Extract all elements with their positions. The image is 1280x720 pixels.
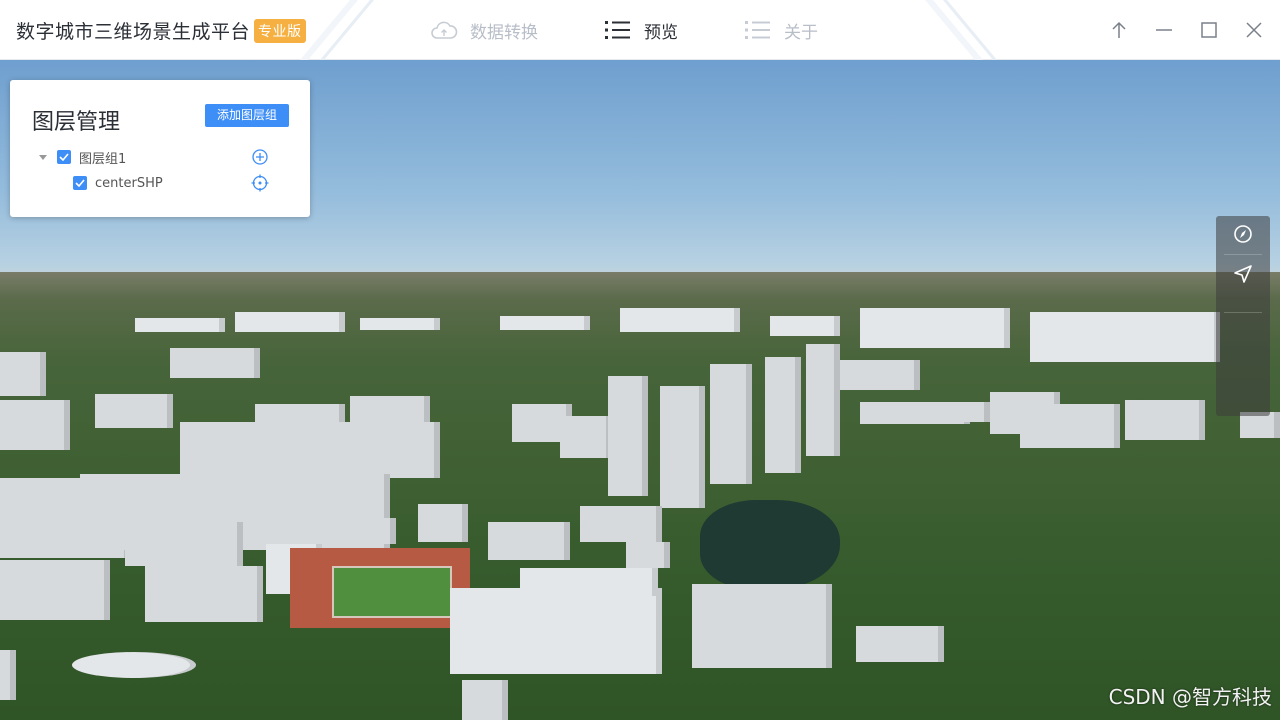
building bbox=[0, 352, 46, 396]
compass-button[interactable] bbox=[1216, 216, 1270, 252]
building bbox=[180, 422, 440, 478]
toolbar-divider bbox=[1224, 312, 1262, 313]
building bbox=[660, 386, 705, 508]
pin-top-button[interactable] bbox=[1096, 0, 1141, 60]
list-icon bbox=[605, 21, 630, 39]
football-pitch bbox=[332, 566, 452, 618]
layer-group-checkbox[interactable] bbox=[57, 150, 71, 164]
title-decoration-left bbox=[300, 0, 374, 60]
building bbox=[145, 566, 263, 622]
nav-item-about[interactable]: 关于 bbox=[744, 0, 818, 60]
arrow-up-icon bbox=[1111, 21, 1126, 38]
nav-item-label: 预览 bbox=[644, 22, 678, 43]
building bbox=[418, 504, 468, 542]
building bbox=[692, 584, 832, 668]
main-nav: 数据转换 预览 关于 bbox=[430, 0, 818, 60]
maximize-button[interactable] bbox=[1186, 0, 1231, 60]
building bbox=[0, 400, 70, 450]
nav-item-data-convert[interactable]: 数据转换 bbox=[430, 0, 538, 60]
building bbox=[806, 344, 840, 456]
toolbar-divider bbox=[1224, 254, 1262, 255]
layer-group-label: 图层组1 bbox=[79, 151, 127, 167]
building bbox=[560, 416, 612, 458]
layer-label: centerSHP bbox=[95, 175, 163, 191]
plus-circle-icon[interactable] bbox=[251, 148, 269, 166]
app-title: 数字城市三维场景生成平台 专业版 bbox=[16, 17, 306, 44]
cloud-icon bbox=[431, 21, 458, 39]
building bbox=[462, 680, 508, 720]
building bbox=[348, 518, 396, 544]
check-icon bbox=[75, 179, 85, 187]
building bbox=[620, 308, 740, 332]
building bbox=[580, 506, 662, 542]
building bbox=[360, 318, 440, 330]
building bbox=[1030, 312, 1220, 362]
minimize-button[interactable] bbox=[1141, 0, 1186, 60]
building bbox=[72, 652, 196, 678]
locate-icon[interactable] bbox=[251, 174, 269, 192]
title-decoration-right bbox=[925, 0, 997, 60]
nav-item-preview[interactable]: 预览 bbox=[604, 0, 678, 60]
layer-checkbox[interactable] bbox=[73, 176, 87, 190]
close-icon bbox=[1245, 22, 1262, 38]
building bbox=[626, 542, 670, 568]
minimize-icon bbox=[1155, 29, 1172, 31]
building bbox=[125, 522, 243, 566]
add-layer-group-button[interactable]: 添加图层组 bbox=[205, 104, 289, 127]
building bbox=[170, 348, 260, 378]
expand-caret-icon[interactable] bbox=[39, 154, 47, 160]
watermark: CSDN @智方科技 bbox=[1108, 685, 1272, 709]
building bbox=[450, 588, 662, 674]
nav-item-label: 关于 bbox=[784, 22, 818, 43]
compass-icon bbox=[1234, 225, 1252, 243]
layer-panel: 图层管理 添加图层组 图层组1 centerSHP bbox=[10, 80, 310, 217]
nav-item-label: 数据转换 bbox=[470, 22, 538, 43]
close-button[interactable] bbox=[1231, 0, 1276, 60]
building bbox=[770, 316, 840, 336]
building bbox=[1125, 400, 1205, 440]
list-icon bbox=[745, 21, 770, 39]
building bbox=[0, 650, 16, 700]
building bbox=[856, 626, 944, 662]
map-toolbar bbox=[1216, 216, 1270, 416]
building bbox=[0, 560, 110, 620]
building bbox=[710, 364, 752, 484]
tree-node-layer: centerSHP bbox=[73, 172, 163, 194]
building bbox=[860, 308, 1010, 348]
building bbox=[488, 522, 570, 560]
building bbox=[765, 357, 801, 473]
edition-badge: 专业版 bbox=[254, 18, 306, 43]
tree-node-layer-group: 图层组1 bbox=[39, 146, 126, 168]
building bbox=[235, 312, 345, 332]
maximize-icon bbox=[1200, 22, 1217, 38]
building bbox=[350, 396, 430, 424]
navigate-icon bbox=[1234, 265, 1252, 283]
navigate-button[interactable] bbox=[1216, 256, 1270, 292]
building bbox=[930, 402, 990, 422]
building bbox=[608, 376, 648, 496]
layer-panel-title: 图层管理 bbox=[32, 110, 121, 135]
check-icon bbox=[59, 153, 69, 161]
building bbox=[135, 318, 225, 332]
building bbox=[95, 394, 173, 428]
pond bbox=[700, 500, 840, 590]
app-title-text: 数字城市三维场景生成平台 bbox=[16, 21, 251, 43]
building bbox=[840, 360, 920, 390]
building bbox=[1020, 404, 1120, 448]
building bbox=[500, 316, 590, 330]
building bbox=[520, 568, 658, 596]
title-bar: 数字城市三维场景生成平台 专业版 数据转换 预览 关于 bbox=[0, 0, 1280, 60]
window-controls bbox=[1096, 0, 1280, 60]
